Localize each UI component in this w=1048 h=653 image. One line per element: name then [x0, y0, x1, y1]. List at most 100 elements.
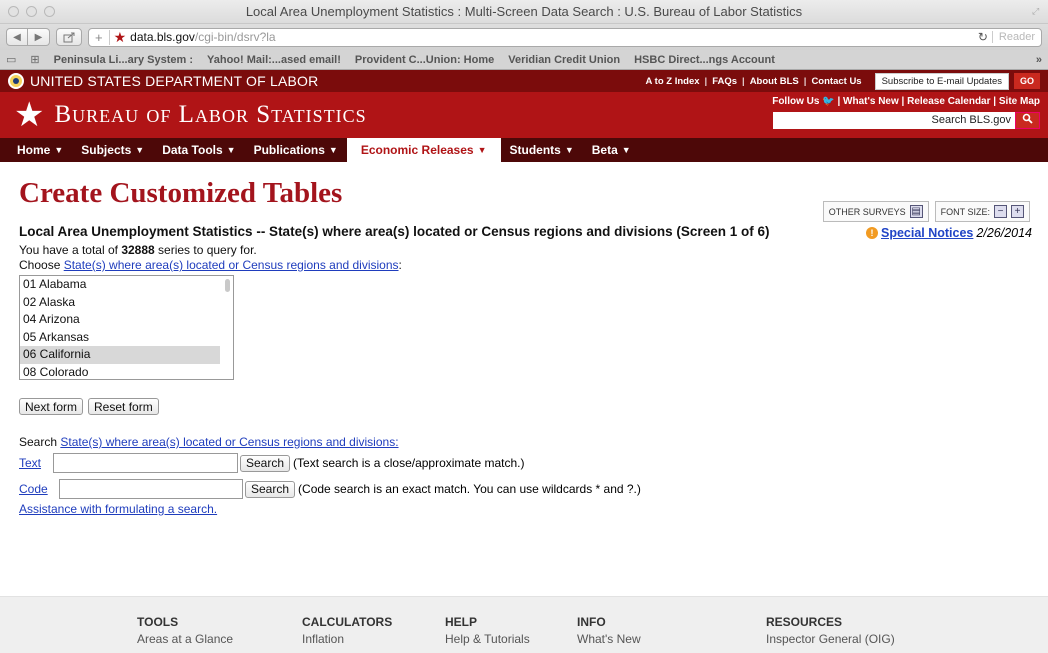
footer-resources: RESOURCES Inspector General (OIG)	[766, 615, 895, 646]
total-prefix: You have a total of	[19, 243, 122, 257]
bookmark-item[interactable]: HSBC Direct...ngs Account	[634, 54, 775, 66]
reading-list-icon[interactable]: ▭	[6, 53, 16, 66]
bookmark-item[interactable]: Veridian Credit Union	[508, 54, 620, 66]
font-decrease-icon[interactable]: −	[994, 205, 1007, 218]
magnifier-icon	[1022, 113, 1033, 124]
special-notices: ! Special Notices 2/26/2014	[865, 226, 1032, 240]
history-buttons: ◀ ▶	[6, 28, 50, 46]
choose-line: Choose State(s) where area(s) located or…	[19, 258, 1034, 273]
footer-info: INFO What's New	[577, 615, 641, 646]
bls-header-right: Follow Us 🐦 | What's New | Release Calen…	[772, 96, 1040, 129]
faqs-link[interactable]: FAQs	[712, 76, 737, 87]
forward-button[interactable]: ▶	[28, 28, 50, 46]
nav-students[interactable]: Students ▼	[501, 138, 583, 162]
next-form-button[interactable]: Next form	[19, 398, 84, 415]
footer-heading: TOOLS	[137, 615, 179, 629]
address-bar[interactable]: + ★ data.bls.gov/cgi-bin/dsrv?la ↻ Reade…	[88, 27, 1042, 47]
favicon-star-icon: ★	[113, 28, 127, 45]
state-option[interactable]: 08 Colorado	[20, 364, 220, 380]
subscribe-input[interactable]: Subscribe to E-mail Updates	[874, 72, 1009, 90]
special-notices-link[interactable]: Special Notices	[881, 226, 973, 240]
reset-form-button[interactable]: Reset form	[88, 398, 159, 415]
release-calendar-link[interactable]: Release Calendar	[907, 96, 990, 107]
text-search-input[interactable]	[53, 453, 238, 473]
text-search-link[interactable]: Text	[19, 456, 53, 470]
nav-publications[interactable]: Publications ▼	[245, 138, 347, 162]
twitter-icon[interactable]: 🐦	[822, 96, 834, 107]
footer-link[interactable]: Areas at a Glance	[137, 632, 233, 646]
nav-beta[interactable]: Beta ▼	[583, 138, 640, 162]
font-size-label: FONT SIZE:	[940, 206, 990, 217]
reader-button[interactable]: Reader	[991, 31, 1035, 43]
footer-tools: TOOLS Areas at a Glance	[137, 615, 233, 646]
bls-header: ★ Bureau of Labor Statistics Follow Us 🐦…	[0, 92, 1048, 138]
dol-name[interactable]: UNITED STATES DEPARTMENT OF LABOR	[30, 73, 318, 89]
nav-economic-releases[interactable]: Economic Releases ▼	[346, 138, 501, 162]
footer-help: HELP Help & Tutorials	[445, 615, 530, 646]
text-search-button[interactable]: Search	[240, 454, 291, 472]
bls-title: Bureau of Labor Statistics	[54, 101, 367, 128]
whats-new-link[interactable]: What's New	[843, 96, 899, 107]
site-map-link[interactable]: Site Map	[999, 96, 1040, 107]
other-surveys-button[interactable]: OTHER SURVEYS ▤	[822, 201, 929, 222]
code-search-input[interactable]	[59, 479, 243, 499]
page-tools: OTHER SURVEYS ▤ FONT SIZE: − +	[822, 201, 1030, 222]
a-to-z-link[interactable]: A to Z Index	[646, 76, 700, 87]
minimize-window-button[interactable]	[26, 6, 37, 17]
back-button[interactable]: ◀	[6, 28, 28, 46]
reload-icon[interactable]: ↻	[978, 30, 988, 44]
search-heading-link[interactable]: State(s) where area(s) located or Census…	[60, 435, 398, 449]
footer-link[interactable]: Inflation	[302, 632, 392, 646]
state-option[interactable]: 05 Arkansas	[20, 329, 220, 347]
url-path: /cgi-bin/dsrv?la	[194, 30, 276, 44]
choose-link[interactable]: State(s) where area(s) located or Census…	[64, 258, 399, 272]
close-window-button[interactable]	[8, 6, 19, 17]
about-bls-link[interactable]: About BLS	[750, 76, 799, 87]
dol-header: UNITED STATES DEPARTMENT OF LABOR A to Z…	[0, 70, 1048, 92]
search-icon[interactable]	[1015, 112, 1040, 129]
subscribe-go-button[interactable]: GO	[1013, 73, 1040, 89]
code-search-button[interactable]: Search	[245, 480, 296, 498]
add-bookmark-icon[interactable]: +	[95, 29, 110, 45]
assistance-link[interactable]: Assistance with formulating a search.	[19, 502, 217, 516]
contact-us-link[interactable]: Contact Us	[811, 76, 861, 87]
choose-prefix: Choose	[19, 258, 64, 272]
zoom-window-button[interactable]	[44, 6, 55, 17]
code-search-link[interactable]: Code	[19, 482, 59, 496]
footer-link[interactable]: What's New	[577, 632, 641, 646]
window-title: Local Area Unemployment Statistics : Mul…	[245, 4, 803, 19]
top-sites-icon[interactable]: ⊞	[30, 53, 39, 66]
footer-link[interactable]: Help & Tutorials	[445, 632, 530, 646]
main-content: Create Customized Tables OTHER SURVEYS ▤…	[0, 177, 1048, 517]
state-option[interactable]: 01 Alabama	[20, 276, 220, 294]
bookmark-item[interactable]: Provident C...Union: Home	[355, 54, 494, 66]
assistance-line: Assistance with formulating a search.	[19, 502, 1034, 517]
bookmarks-overflow-icon[interactable]: »	[1036, 54, 1042, 66]
state-option-selected[interactable]: 06 California	[20, 346, 220, 364]
bls-search: Search BLS.gov	[772, 112, 1040, 129]
footer-heading: RESOURCES	[766, 615, 843, 629]
state-option[interactable]: 04 Arizona	[20, 311, 220, 329]
bls-logo[interactable]: ★ Bureau of Labor Statistics	[0, 92, 367, 138]
bls-search-input[interactable]: Search BLS.gov	[773, 112, 1015, 129]
follow-us-label: Follow Us	[772, 96, 820, 107]
footer-heading: CALCULATORS	[302, 615, 393, 629]
state-option[interactable]: 02 Alaska	[20, 294, 220, 312]
nav-data-tools[interactable]: Data Tools ▼	[153, 138, 244, 162]
state-listbox[interactable]: 01 Alabama 02 Alaska 04 Arizona 05 Arkan…	[19, 275, 234, 380]
bookmark-item[interactable]: Yahoo! Mail:...ased email!	[207, 54, 341, 66]
share-button[interactable]	[56, 28, 82, 46]
fullscreen-icon[interactable]: ⤢	[1032, 6, 1042, 16]
bookmark-item[interactable]: Peninsula Li...ary System :	[54, 54, 193, 66]
series-count: 32888	[121, 243, 155, 257]
notice-icon: !	[865, 227, 878, 239]
footer-link[interactable]: Inspector General (OIG)	[766, 632, 895, 646]
nav-home[interactable]: Home ▼	[8, 138, 72, 162]
font-increase-icon[interactable]: +	[1011, 205, 1024, 218]
footer-heading: INFO	[577, 615, 606, 629]
listbox-scrollbar[interactable]	[225, 279, 230, 292]
url-host: data.bls.gov	[130, 30, 195, 44]
nav-subjects[interactable]: Subjects ▼	[72, 138, 153, 162]
text-search-note: (Text search is a close/approximate matc…	[293, 456, 525, 470]
dol-seal-icon	[8, 73, 24, 89]
